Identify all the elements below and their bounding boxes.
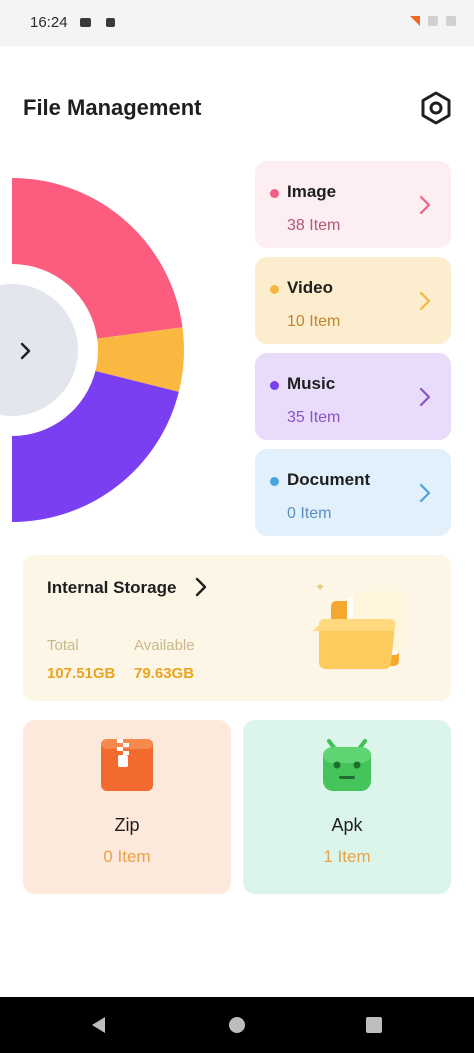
category-label: Music xyxy=(287,374,336,393)
battery-icon xyxy=(446,16,456,26)
back-icon[interactable] xyxy=(89,1015,109,1035)
available-label: Available xyxy=(134,637,195,654)
android-icon xyxy=(323,739,371,791)
zip-tile[interactable]: Zip 0 Item xyxy=(23,720,231,894)
alert-icon xyxy=(410,16,420,26)
donut-center xyxy=(0,284,78,416)
chevron-right-icon xyxy=(419,291,431,311)
page-title: File Management xyxy=(23,95,202,120)
category-card-music[interactable]: Music 35 Item xyxy=(255,353,451,440)
category-count: 38 Item xyxy=(287,217,341,234)
tile-name: Zip xyxy=(114,815,140,835)
image-dot xyxy=(270,189,279,198)
available-value: 79.63GB xyxy=(134,665,195,682)
total-label: Total xyxy=(47,637,79,654)
chevron-right-icon xyxy=(419,483,431,503)
music-dot xyxy=(270,381,279,390)
zip-icon xyxy=(101,739,153,791)
category-count: 10 Item xyxy=(287,313,341,330)
chevron-right-icon xyxy=(419,195,431,215)
status-bar: 16:24 xyxy=(0,0,474,46)
category-card-video[interactable]: Video 10 Item xyxy=(255,257,451,344)
navigation-bar xyxy=(0,997,474,1053)
wifi-icon xyxy=(428,16,438,26)
status-time: 16:24 xyxy=(30,14,68,31)
category-count: 0 Item xyxy=(287,505,332,522)
chevron-right-icon xyxy=(419,387,431,407)
storage-donut-chart[interactable] xyxy=(0,170,190,540)
internal-storage-card[interactable]: Internal Storage Total 107.51GB Availabl… xyxy=(23,555,451,701)
status-indicators xyxy=(410,16,456,26)
apk-tile[interactable]: Apk 1 Item xyxy=(243,720,451,894)
category-card-document[interactable]: Document 0 Item xyxy=(255,449,451,536)
settings-icon xyxy=(421,91,451,125)
chevron-right-icon xyxy=(195,577,207,597)
recents-icon[interactable] xyxy=(364,1015,384,1035)
category-count: 35 Item xyxy=(287,409,341,426)
donut-svg xyxy=(0,178,185,522)
document-dot xyxy=(270,477,279,486)
tile-name: Apk xyxy=(331,815,363,835)
settings-button[interactable] xyxy=(418,90,454,126)
notification-icon xyxy=(106,18,115,27)
folder-icon: ✦ xyxy=(313,580,403,669)
tile-count: 0 Item xyxy=(103,847,151,866)
storage-title: Internal Storage xyxy=(47,578,177,597)
svg-text:✦: ✦ xyxy=(315,580,325,594)
category-label: Image xyxy=(287,182,337,201)
category-label: Document xyxy=(287,470,371,489)
total-value: 107.51GB xyxy=(47,665,116,682)
tile-count: 1 Item xyxy=(323,847,371,866)
notification-icon xyxy=(80,18,91,27)
category-card-image[interactable]: Image 38 Item xyxy=(255,161,451,248)
category-label: Video xyxy=(287,278,333,297)
video-dot xyxy=(270,285,279,294)
home-icon[interactable] xyxy=(227,1015,247,1035)
